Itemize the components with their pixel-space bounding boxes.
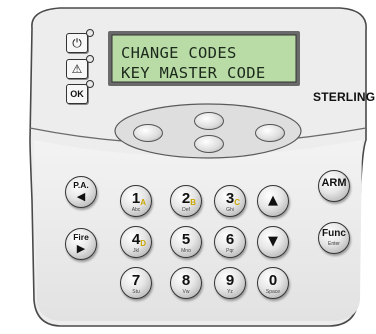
warning-icon: ⚠ [71, 62, 83, 76]
brand-logo: STERLING [313, 90, 376, 104]
func-sub-label: Enter [328, 241, 340, 247]
nav-right-button[interactable] [255, 124, 285, 142]
key-9-number: 9 [225, 272, 235, 289]
ok-indicator-button[interactable]: OK [66, 84, 88, 104]
key-5-number: 5 [181, 231, 191, 248]
func-key[interactable]: Func Enter [318, 222, 350, 254]
fire-label: Fire [73, 232, 89, 242]
key-7-number: 7 [131, 272, 141, 289]
key-0[interactable]: 0 Space [257, 267, 289, 299]
right-arrow-icon: ▶ [76, 242, 86, 255]
key-8[interactable]: 8 Vw [170, 267, 202, 299]
nav-left-button[interactable] [133, 124, 163, 142]
down-arrow-icon: ▼ [268, 234, 278, 249]
key-4-number: 4 [131, 231, 141, 248]
key-3[interactable]: 3 C Ghi [214, 185, 246, 217]
key-2-subtext: Def [182, 207, 190, 213]
lcd-line-1: CHANGE CODES [121, 44, 237, 62]
pa-label: P.A. [73, 180, 89, 190]
key-6[interactable]: 6 Pqr [214, 226, 246, 258]
power-indicator-button[interactable]: ⏻ [66, 33, 88, 53]
nav-up-button[interactable] [194, 112, 224, 130]
key-5-subtext: Mno [181, 248, 191, 254]
arm-label: ARM [321, 177, 347, 189]
up-arrow-key[interactable]: ▲ [257, 185, 289, 217]
key-0-number: 0 [268, 272, 278, 289]
key-1[interactable]: 1 A Abc [120, 185, 152, 217]
key-9[interactable]: 9 Yz [214, 267, 246, 299]
key-6-subtext: Pqr [226, 248, 234, 254]
ok-icon: OK [70, 89, 84, 99]
key-5[interactable]: 5 Mno [170, 226, 202, 258]
ok-led [86, 80, 94, 88]
pa-key[interactable]: P.A. ◀ [65, 176, 97, 208]
key-9-subtext: Yz [227, 289, 233, 295]
key-3-subtext: Ghi [226, 207, 234, 213]
key-4-subtext: Jkl [132, 248, 140, 254]
key-2-letter: B [190, 198, 196, 207]
key-1-letter: A [140, 198, 146, 207]
key-4[interactable]: 4 D Jkl [120, 226, 152, 258]
key-7-subtext: Stu [132, 289, 140, 295]
key-1-subtext: Abc [131, 207, 141, 213]
func-label: Func [322, 228, 346, 239]
key-2-number: 2 [181, 190, 191, 207]
warning-led [86, 55, 94, 63]
nav-down-button[interactable] [194, 135, 224, 153]
power-led [86, 29, 94, 37]
up-arrow-icon: ▲ [268, 193, 278, 208]
arm-key[interactable]: ARM [318, 170, 350, 202]
key-1-number: 1 [131, 190, 141, 207]
key-2[interactable]: 2 B Def [170, 185, 202, 217]
key-0-subtext: Space [265, 289, 281, 295]
key-3-number: 3 [225, 190, 235, 207]
key-4-letter: D [140, 239, 146, 248]
key-6-number: 6 [225, 231, 235, 248]
power-icon: ⏻ [72, 36, 82, 50]
warning-indicator-button[interactable]: ⚠ [66, 59, 88, 79]
left-arrow-icon: ◀ [76, 190, 86, 203]
key-8-number: 8 [181, 272, 191, 289]
keypad-panel: CHANGE CODES KEY MASTER CODE STERLING ⏻ … [0, 0, 376, 334]
down-arrow-key[interactable]: ▼ [257, 226, 289, 258]
key-7[interactable]: 7 Stu [120, 267, 152, 299]
lcd-line-2: KEY MASTER CODE [121, 64, 266, 82]
key-8-subtext: Vw [182, 289, 190, 295]
key-3-letter: C [234, 198, 240, 207]
fire-key[interactable]: Fire ▶ [65, 228, 97, 260]
